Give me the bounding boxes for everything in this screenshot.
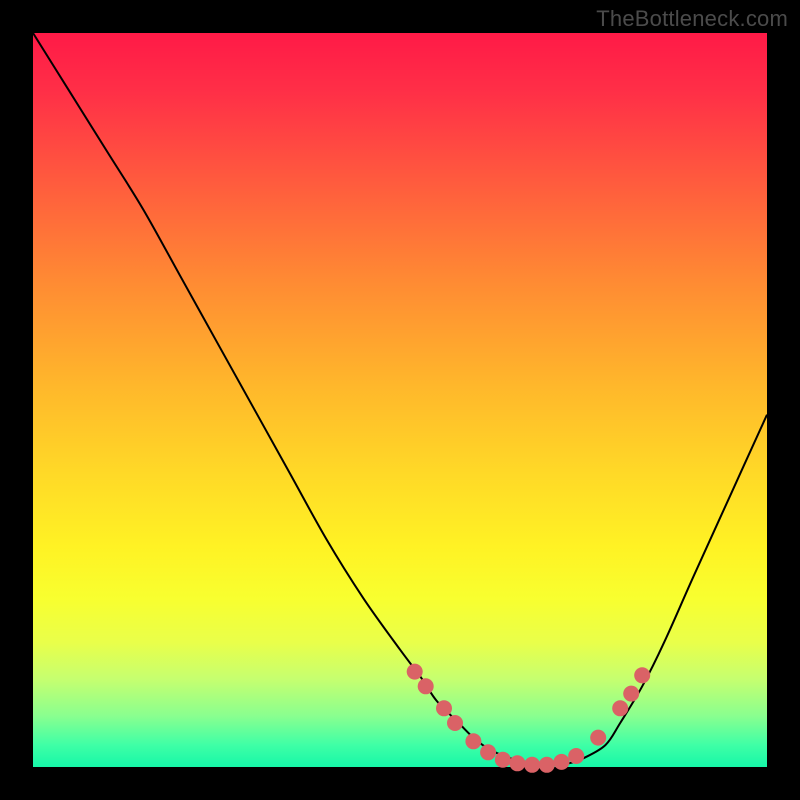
- chart-svg: [33, 33, 767, 767]
- marker-dot: [418, 678, 434, 694]
- chart-frame: TheBottleneck.com: [0, 0, 800, 800]
- marker-dot: [465, 733, 481, 749]
- marker-dot: [623, 686, 639, 702]
- marker-dot: [568, 748, 584, 764]
- marker-dot: [634, 667, 650, 683]
- marker-dot: [509, 755, 525, 771]
- marker-dot: [480, 744, 496, 760]
- curve-markers: [407, 664, 651, 773]
- marker-dot: [590, 730, 606, 746]
- marker-dot: [539, 757, 555, 773]
- marker-dot: [447, 715, 463, 731]
- marker-dot: [407, 664, 423, 680]
- marker-dot: [612, 700, 628, 716]
- marker-dot: [436, 700, 452, 716]
- watermark-text: TheBottleneck.com: [596, 6, 788, 32]
- bottleneck-curve: [33, 33, 767, 766]
- marker-dot: [495, 752, 511, 768]
- marker-dot: [554, 754, 570, 770]
- marker-dot: [524, 757, 540, 773]
